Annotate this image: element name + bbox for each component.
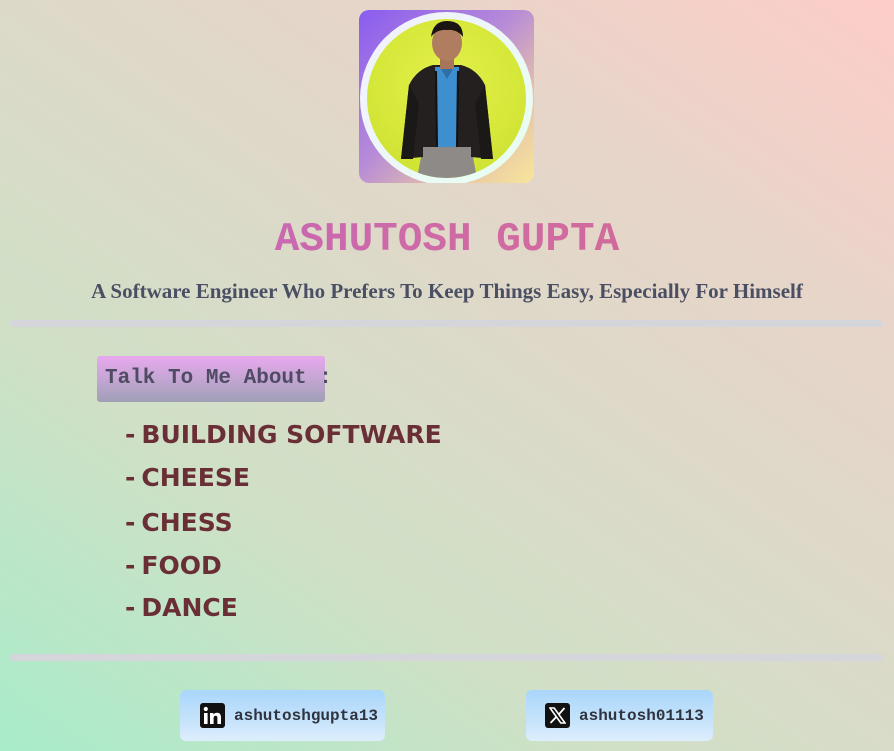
linkedin-link[interactable]: ashutoshgupta13 (180, 690, 385, 741)
topic-label: DANCE (141, 593, 238, 622)
avatar-ring (360, 12, 533, 183)
topic-dash: - (125, 551, 136, 580)
topic-dash: - (125, 593, 136, 622)
topic-dash: - (125, 508, 136, 537)
x-link[interactable]: ashutosh01113 (526, 690, 713, 741)
topic-dash: - (125, 420, 136, 449)
divider-bottom (10, 654, 883, 661)
divider-top (10, 320, 883, 327)
topic-dash: - (125, 463, 136, 492)
profile-avatar (359, 10, 534, 183)
topic-label: CHEESE (141, 463, 250, 492)
x-handle: ashutosh01113 (579, 706, 704, 725)
profile-photo (367, 19, 526, 178)
linkedin-icon (200, 703, 225, 728)
topic-item: - DANCE (125, 587, 238, 629)
x-icon (545, 703, 570, 728)
profile-tagline: A Software Engineer Who Prefers To Keep … (91, 279, 803, 303)
topic-item: - FOOD (125, 545, 222, 587)
topic-item: - CHEESE (125, 457, 250, 499)
topic-item: - CHESS (125, 502, 233, 544)
profile-name: ASHUTOSH GUPTA (0, 214, 894, 266)
topic-label: FOOD (141, 551, 222, 580)
topic-label: CHESS (141, 508, 233, 537)
person-illustration (401, 21, 493, 178)
linkedin-handle: ashutoshgupta13 (234, 706, 379, 725)
talk-heading: Talk To Me About : (97, 356, 332, 402)
topic-item: - BUILDING SOFTWARE (125, 414, 442, 456)
topic-label: BUILDING SOFTWARE (141, 420, 442, 449)
